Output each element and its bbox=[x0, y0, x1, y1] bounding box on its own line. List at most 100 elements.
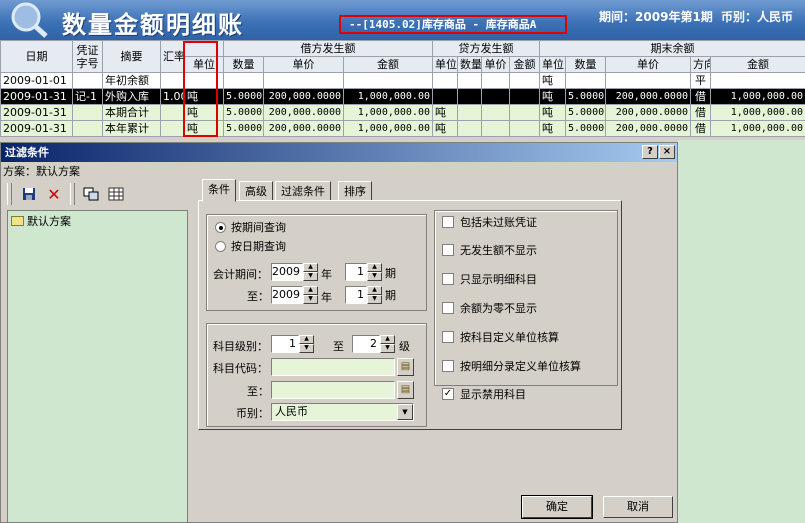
chevron-down-icon[interactable]: ▼ bbox=[397, 404, 413, 420]
currency-label: 币别：人民币 bbox=[720, 10, 793, 24]
spin-down-icon[interactable]: ▼ bbox=[299, 344, 314, 353]
table-row[interactable]: 2009-01-31 本期合计 吨 5.0000 200,000.0000 1,… bbox=[0, 104, 805, 121]
delete-icon[interactable]: ✕ bbox=[43, 183, 65, 205]
copy-scheme-icon[interactable] bbox=[80, 183, 102, 205]
period-from-label: 会计期间： bbox=[213, 268, 268, 281]
col-unit[interactable]: 单位 bbox=[184, 56, 224, 73]
col-summary[interactable]: 摘要 bbox=[102, 40, 161, 73]
spin-up-icon[interactable]: ▲ bbox=[303, 263, 318, 272]
code-from-label: 科目代码： bbox=[213, 362, 268, 375]
scheme-toolbar: ✕ bbox=[7, 181, 127, 207]
spin-down-icon[interactable]: ▼ bbox=[303, 295, 318, 304]
dialog-titlebar[interactable]: 过滤条件 ? × bbox=[1, 143, 677, 162]
ledger-table: 日期 凭证字号 摘要 汇率 借方发生额 贷方发生额 期末余额 单位 数量 单价 … bbox=[0, 40, 805, 137]
option-entry-unit[interactable]: 按明细分录定义单位核算 bbox=[442, 358, 581, 374]
to-period-stepper[interactable]: 1 ▲ ▼ bbox=[345, 286, 382, 304]
col-credit-price[interactable]: 单价 bbox=[481, 56, 510, 73]
table-row[interactable]: 2009-01-31 本年累计 吨 5.0000 200,000.0000 1,… bbox=[0, 120, 805, 137]
query-by-period-radio[interactable]: 按期间查询 bbox=[215, 219, 286, 235]
page-title: 数量金额明细账 bbox=[62, 11, 244, 39]
tab-sort[interactable]: 排序 bbox=[338, 181, 372, 201]
col-voucher[interactable]: 凭证字号 bbox=[72, 40, 103, 73]
col-credit-qty[interactable]: 数量 bbox=[457, 56, 482, 73]
checkbox-icon bbox=[442, 244, 454, 256]
period-info: 期间：2009年第1期 币别：人民币 bbox=[595, 8, 793, 25]
period-to-label: 至： bbox=[247, 290, 269, 303]
checkbox-icon bbox=[442, 273, 454, 285]
col-debit-price[interactable]: 单价 bbox=[263, 56, 344, 73]
level-label: 科目级别： bbox=[213, 340, 268, 353]
scheme-tree[interactable]: 默认方案 bbox=[7, 210, 188, 523]
level-unit: 级 bbox=[399, 340, 410, 353]
col-ending-amount[interactable]: 金额 bbox=[709, 56, 805, 73]
code-to-field[interactable] bbox=[271, 381, 395, 399]
tab-condition[interactable]: 条件 bbox=[202, 179, 236, 202]
table-row[interactable]: 2009-01-01 年初余额 吨 平 bbox=[0, 72, 805, 89]
table-row-selected[interactable]: 2009-01-31 记-1 外购入库 1.00 吨 5.0000 200,00… bbox=[0, 88, 805, 105]
from-period-stepper[interactable]: 1 ▲ ▼ bbox=[345, 263, 382, 281]
report-header: 数量金额明细账 --[1405.02]库存商品 - 库存商品A 期间：2009年… bbox=[0, 0, 805, 41]
tab-filter[interactable]: 过滤条件 bbox=[275, 181, 331, 201]
spin-down-icon[interactable]: ▼ bbox=[303, 272, 318, 281]
to-year-stepper[interactable]: 2009 ▲ ▼ bbox=[271, 286, 318, 304]
from-year-stepper[interactable]: 2009 ▲ ▼ bbox=[271, 263, 318, 281]
currency-select[interactable]: 人民币 ▼ bbox=[271, 403, 414, 421]
code-to-label: 至： bbox=[247, 385, 269, 398]
col-ending-price[interactable]: 单价 bbox=[605, 56, 691, 73]
tab-advanced[interactable]: 高级 bbox=[239, 181, 273, 201]
option-account-unit[interactable]: 按科目定义单位核算 bbox=[442, 329, 559, 345]
spin-down-icon[interactable]: ▼ bbox=[367, 272, 382, 281]
magnifier-icon bbox=[11, 2, 48, 38]
code-to-picker-icon[interactable]: ▤ bbox=[397, 381, 414, 399]
option-hide-zero-balance[interactable]: 余额为零不显示 bbox=[442, 300, 537, 316]
grid-settings-icon[interactable] bbox=[105, 183, 127, 205]
option-include-unposted[interactable]: 包括未过账凭证 bbox=[442, 214, 537, 230]
col-credit-amount[interactable]: 金额 bbox=[509, 56, 540, 73]
spin-up-icon[interactable]: ▲ bbox=[380, 335, 395, 344]
spin-up-icon[interactable]: ▲ bbox=[367, 286, 382, 295]
filter-dialog: 过滤条件 ? × 方案：默认方案 ✕ 默认方案 条件 高级 过滤条件 排序 按期… bbox=[0, 142, 678, 523]
save-icon[interactable] bbox=[18, 183, 40, 205]
code-from-field[interactable] bbox=[271, 358, 395, 376]
checkbox-checked-icon: ✓ bbox=[442, 388, 454, 400]
code-from-picker-icon[interactable]: ▤ bbox=[397, 358, 414, 376]
cancel-button[interactable]: 取消 bbox=[603, 496, 673, 518]
option-show-disabled[interactable]: ✓ 显示禁用科目 bbox=[442, 386, 526, 402]
spin-up-icon[interactable]: ▲ bbox=[299, 335, 314, 344]
spin-up-icon[interactable]: ▲ bbox=[367, 263, 382, 272]
col-debit-amount[interactable]: 金额 bbox=[343, 56, 433, 73]
account-subject: --[1405.02]库存商品 - 库存商品A bbox=[339, 15, 567, 34]
checkbox-icon bbox=[442, 360, 454, 372]
currency-field-label: 币别： bbox=[236, 407, 269, 420]
ok-button[interactable]: 确定 bbox=[521, 495, 593, 519]
col-rate[interactable]: 汇率 bbox=[160, 40, 185, 73]
col-ending-unit[interactable]: 单位 bbox=[539, 56, 566, 73]
group-ending: 期末余额 bbox=[538, 40, 805, 57]
col-direction[interactable]: 方向 bbox=[690, 56, 711, 73]
option-hide-no-activity[interactable]: 无发生额不显示 bbox=[442, 242, 537, 258]
period-label: 期间：2009年第1期 bbox=[599, 10, 713, 24]
period-unit: 期 bbox=[385, 289, 396, 302]
checkbox-icon bbox=[442, 331, 454, 343]
checkbox-icon bbox=[442, 302, 454, 314]
background-area bbox=[678, 140, 805, 523]
option-detail-only[interactable]: 只显示明细科目 bbox=[442, 271, 537, 287]
col-debit-qty[interactable]: 数量 bbox=[223, 56, 264, 73]
col-ending-qty[interactable]: 数量 bbox=[565, 56, 606, 73]
close-button[interactable]: × bbox=[659, 145, 675, 159]
scheme-tree-item[interactable]: 默认方案 bbox=[11, 213, 71, 229]
col-credit-unit[interactable]: 单位 bbox=[432, 56, 458, 73]
spin-up-icon[interactable]: ▲ bbox=[303, 286, 318, 295]
query-by-date-radio[interactable]: 按日期查询 bbox=[215, 238, 286, 254]
level-from-stepper[interactable]: 1 ▲ ▼ bbox=[271, 335, 314, 353]
checkbox-icon bbox=[442, 216, 454, 228]
help-button[interactable]: ? bbox=[642, 145, 658, 159]
dialog-title: 过滤条件 bbox=[5, 146, 49, 159]
group-debit-spacer bbox=[184, 40, 224, 57]
col-date[interactable]: 日期 bbox=[0, 40, 73, 73]
radio-unchecked-icon bbox=[215, 240, 226, 252]
spin-down-icon[interactable]: ▼ bbox=[367, 295, 382, 304]
level-to-stepper[interactable]: 2 ▲ ▼ bbox=[352, 335, 395, 353]
group-credit: 贷方发生额 bbox=[432, 40, 540, 57]
spin-down-icon[interactable]: ▼ bbox=[380, 344, 395, 353]
